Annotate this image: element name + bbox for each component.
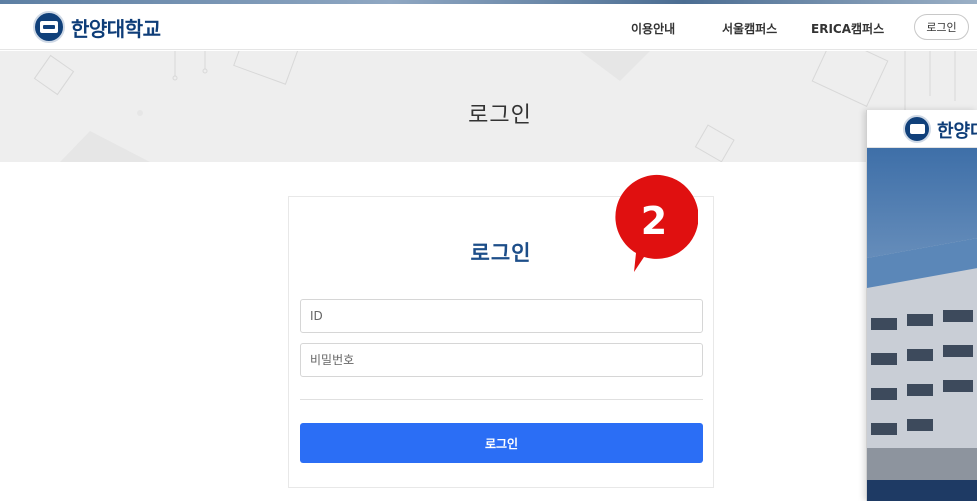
header-login-button[interactable]: 로그인 xyxy=(914,14,969,40)
overlay-header: 한양대 xyxy=(867,110,977,148)
site-header: 한양대학교 이용안내 서울캠퍼스 ERICA캠퍼스 로그인 xyxy=(0,4,977,50)
campus-building-image xyxy=(867,148,977,488)
password-input[interactable] xyxy=(300,343,703,377)
nav-item-seoul-campus[interactable]: 서울캠퍼스 xyxy=(722,20,777,37)
page: 한양대학교 이용안내 서울캠퍼스 ERICA캠퍼스 로그인 로그인 로그인 ID… xyxy=(0,0,977,501)
nav-item-erica-campus[interactable]: ERICA캠퍼스 xyxy=(811,20,884,37)
overlay-logo-text: 한양대 xyxy=(937,121,977,142)
nav-item-guide[interactable]: 이용안내 xyxy=(631,20,675,37)
overlay-emblem-icon xyxy=(903,115,931,143)
overlay-footer-bar xyxy=(867,480,977,501)
id-input[interactable] xyxy=(300,299,703,333)
step-badge: 2 xyxy=(610,173,699,273)
overlay-window: 한양대 xyxy=(866,110,977,501)
banner-title: 로그인 xyxy=(468,103,532,128)
login-submit-button[interactable]: 로그인 xyxy=(300,423,703,463)
logo-text: 한양대학교 xyxy=(71,16,161,41)
logo[interactable]: 한양대학교 xyxy=(33,11,161,43)
form-divider xyxy=(300,399,703,400)
university-emblem-icon xyxy=(33,11,65,43)
step-badge-number: 2 xyxy=(641,199,667,243)
page-banner: 로그인 xyxy=(0,51,977,162)
